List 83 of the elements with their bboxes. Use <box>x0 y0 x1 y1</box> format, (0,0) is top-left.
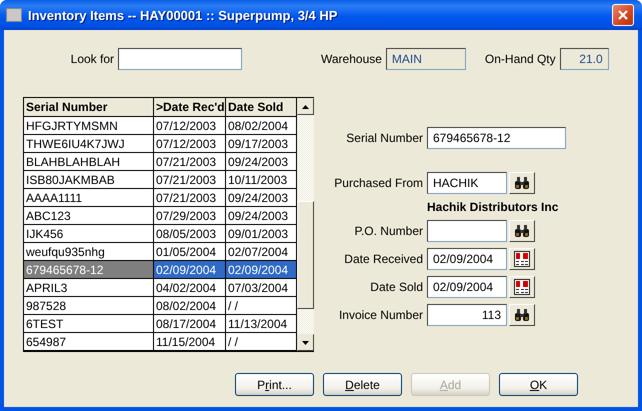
binoculars-icon <box>514 225 530 237</box>
table-cell[interactable]: AAAA1111 <box>24 189 154 207</box>
look-for-field[interactable] <box>118 48 242 70</box>
table-cell[interactable]: 09/24/2003 <box>226 207 297 225</box>
input-field[interactable]: 02/09/2004 <box>427 276 507 298</box>
on-hand-qty-label: On-Hand Qty <box>484 52 556 66</box>
warehouse-field: MAIN <box>386 48 466 70</box>
field-label: Date Received <box>344 252 423 266</box>
column-header[interactable]: Date Sold <box>226 98 297 117</box>
dialog-button[interactable]: Print... <box>235 373 314 396</box>
dialog-button[interactable]: Delete <box>323 373 402 396</box>
table-cell[interactable]: 6TEST <box>24 315 154 333</box>
scrollbar-thumb[interactable] <box>297 201 314 309</box>
table-cell[interactable]: 10/11/2003 <box>226 171 297 189</box>
lookup-button[interactable] <box>509 220 535 242</box>
input-field[interactable]: 02/09/2004 <box>427 248 507 270</box>
table-cell[interactable]: 654987 <box>24 333 154 351</box>
calendar-button[interactable] <box>509 276 535 298</box>
column-header[interactable]: >Date Rec'd <box>154 98 226 117</box>
close-button[interactable] <box>612 4 634 26</box>
table-cell[interactable]: 04/02/2004 <box>154 279 226 297</box>
table-cell[interactable]: 08/05/2003 <box>154 225 226 243</box>
table-cell[interactable]: 11/13/2004 <box>226 315 297 333</box>
field-label: Invoice Number <box>338 308 423 322</box>
up-arrow-icon <box>302 104 309 108</box>
table-cell[interactable]: 11/15/2004 <box>154 333 226 351</box>
table-cell[interactable]: 679465678-12 <box>24 261 154 279</box>
table-cell[interactable]: 09/24/2003 <box>226 153 297 171</box>
table-cell[interactable]: / / <box>226 333 297 351</box>
table-cell[interactable]: 08/02/2004 <box>226 117 297 135</box>
table-cell[interactable]: 987528 <box>24 297 154 315</box>
calendar-icon <box>514 251 530 267</box>
look-for-label: Look for <box>70 52 114 66</box>
table-cell[interactable]: 02/09/2004 <box>154 261 226 279</box>
table-cell[interactable]: THWE6IU4K7JWJ <box>24 135 154 153</box>
close-icon <box>617 9 629 21</box>
lookup-button[interactable] <box>509 304 535 326</box>
lookup-button[interactable] <box>509 172 535 194</box>
warehouse-label: Warehouse <box>321 52 382 66</box>
table-cell[interactable]: 07/12/2003 <box>154 117 226 135</box>
table-cell[interactable]: BLAHBLAHBLAH <box>24 153 154 171</box>
binoculars-icon <box>514 177 530 189</box>
table-cell[interactable]: ISB80JAKMBAB <box>24 171 154 189</box>
table-cell[interactable]: 09/17/2003 <box>226 135 297 153</box>
table-cell[interactable]: 07/29/2003 <box>154 207 226 225</box>
input-field[interactable]: HACHIK <box>427 172 507 194</box>
column-header[interactable]: Serial Number <box>24 98 154 117</box>
table-cell[interactable]: 07/03/2004 <box>226 279 297 297</box>
table-cell[interactable]: 08/17/2004 <box>154 315 226 333</box>
window-title: Inventory Items -- HAY00001 :: Superpump, 3/4 HP <box>28 8 338 22</box>
window-icon <box>6 8 22 22</box>
field-label: Date Sold <box>370 280 423 294</box>
calendar-icon <box>514 279 530 295</box>
table-cell[interactable]: weufqu935nhg <box>24 243 154 261</box>
input-field[interactable]: 679465678-12 <box>427 127 566 149</box>
calendar-button[interactable] <box>509 248 535 270</box>
table-cell[interactable]: APRIL3 <box>24 279 154 297</box>
table-cell[interactable]: 01/05/2004 <box>154 243 226 261</box>
table-cell[interactable]: 08/02/2004 <box>154 297 226 315</box>
scroll-up-button[interactable] <box>297 98 314 115</box>
table-cell[interactable]: 02/07/2004 <box>226 243 297 261</box>
dialog-button[interactable]: OK <box>499 373 578 396</box>
table-cell[interactable]: 07/21/2003 <box>154 189 226 207</box>
table-cell[interactable]: 09/24/2003 <box>226 189 297 207</box>
table-cell[interactable]: HFGJRTYMSMN <box>24 117 154 135</box>
vendor-name: Hachik Distributors Inc <box>427 200 560 214</box>
input-field[interactable]: 113 <box>427 304 507 326</box>
table-cell[interactable]: 09/01/2003 <box>226 225 297 243</box>
binoculars-icon <box>514 309 530 321</box>
scroll-down-button[interactable] <box>297 334 314 351</box>
table-cell[interactable]: 07/21/2003 <box>154 171 226 189</box>
on-hand-qty-field: 21.0 <box>560 48 609 70</box>
table-cell[interactable]: IJK456 <box>24 225 154 243</box>
table-cell[interactable]: / / <box>226 297 297 315</box>
field-label: P.O. Number <box>354 224 423 238</box>
table-cell[interactable]: ABC123 <box>24 207 154 225</box>
table-cell[interactable]: 07/21/2003 <box>154 153 226 171</box>
table-cell[interactable]: 07/12/2003 <box>154 135 226 153</box>
input-field[interactable] <box>427 220 507 242</box>
table-cell[interactable]: 02/09/2004 <box>226 261 297 279</box>
field-label: Serial Number <box>346 131 423 145</box>
field-label: Purchased From <box>334 176 423 190</box>
down-arrow-icon <box>302 340 309 344</box>
